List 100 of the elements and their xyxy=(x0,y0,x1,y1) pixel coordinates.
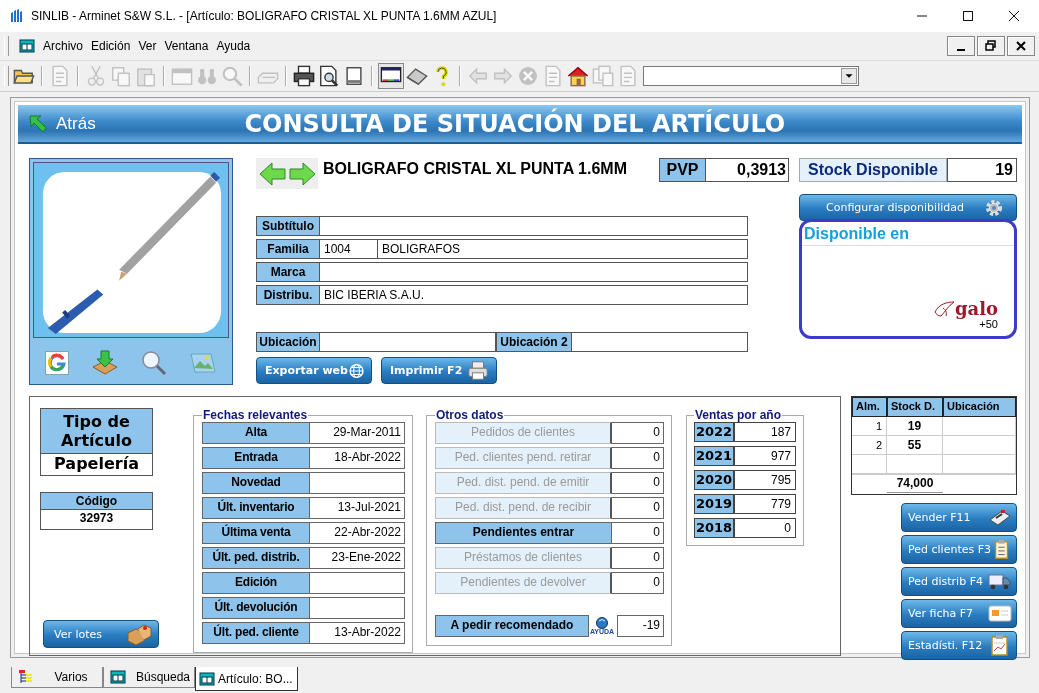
date-value: 29-Mar-2011 xyxy=(310,422,405,444)
menu-item[interactable]: Ver xyxy=(138,39,157,53)
action-button[interactable]: Ped clientes F3 xyxy=(901,535,1017,564)
price-label: PVP xyxy=(660,159,706,181)
data-value: 0 xyxy=(612,497,664,519)
group-title: Fechas relevantes xyxy=(202,408,309,422)
store-count: +50 xyxy=(979,318,998,330)
date-label: Edición xyxy=(202,572,310,594)
print-preview-icon[interactable] xyxy=(317,64,341,88)
menu-item[interactable]: Ventana xyxy=(164,39,209,53)
recommended-label: A pedir recomendado xyxy=(435,615,589,637)
menu-item[interactable]: Edición xyxy=(91,39,131,53)
monitor-icon[interactable] xyxy=(378,63,404,89)
action-button[interactable]: Ped distrib F4 xyxy=(901,567,1017,596)
next-arrow-icon[interactable] xyxy=(287,160,316,187)
type-value: Papelería xyxy=(40,454,153,476)
data-value: 0 xyxy=(612,572,664,594)
group-title: Ventas por año xyxy=(694,408,783,422)
configure-button[interactable]: Configurar disponibilidad xyxy=(799,194,1017,221)
field-label: Familia xyxy=(256,239,320,259)
printer-icon[interactable] xyxy=(292,64,316,88)
year-label: 2021 xyxy=(694,446,735,466)
field-value: BOLIGRAFOS xyxy=(378,239,748,259)
form-icon xyxy=(199,670,215,687)
year-label: 2020 xyxy=(694,470,735,490)
close-icon[interactable] xyxy=(1007,36,1035,56)
google-icon[interactable] xyxy=(45,350,69,375)
date-value: 13-Abr-2022 xyxy=(310,622,405,644)
price-value: 0,3913 xyxy=(736,160,787,180)
combo-box[interactable] xyxy=(643,66,859,86)
home-icon[interactable] xyxy=(566,64,590,88)
sales-value: 779 xyxy=(735,494,796,514)
stock-label: Stock Disponible xyxy=(799,158,947,182)
table-cell: 2 xyxy=(852,436,887,455)
form-icon xyxy=(110,669,126,685)
menu-item[interactable]: Archivo xyxy=(43,39,83,53)
tab[interactable]: Artículo: BO... xyxy=(195,667,298,691)
window-title: SINLIB - Arminet S&W S.L. - [Artículo: BOLIGRAFO CRISTAL XL PUNTA 1.6MM AZUL] xyxy=(31,9,498,23)
stock-value: 19 xyxy=(947,158,1017,182)
date-label: Última venta xyxy=(202,522,310,544)
column-header: Alm. xyxy=(852,397,887,417)
help-icon[interactable] xyxy=(595,617,609,629)
year-label: 2019 xyxy=(694,494,735,514)
search-icon[interactable] xyxy=(141,349,167,376)
group-title: Otros datos xyxy=(435,408,505,422)
date-label: Alta xyxy=(202,422,310,444)
restore-icon[interactable] xyxy=(977,36,1005,56)
minimize-icon[interactable] xyxy=(947,36,975,56)
app-icon xyxy=(9,8,25,24)
field-label: Distribu. xyxy=(256,285,320,305)
date-label: Novedad xyxy=(202,472,310,494)
date-label: Últ. inventario xyxy=(202,497,310,519)
year-label: 2018 xyxy=(694,518,735,538)
action-button[interactable]: Estadísti. F12 xyxy=(901,631,1017,660)
dropdown-icon[interactable] xyxy=(841,68,857,84)
field-label: Subtítulo xyxy=(256,216,320,236)
date-value: 18-Abr-2022 xyxy=(310,447,405,469)
action-button[interactable]: Exportar web xyxy=(256,357,372,384)
table-cell: 55 xyxy=(887,436,943,455)
date-value: 23-Ene-2022 xyxy=(310,547,405,569)
column-header: Ubicación xyxy=(943,397,1016,417)
code-label: Código xyxy=(40,492,153,510)
back-button[interactable]: Atrás xyxy=(24,111,100,136)
data-value: 0 xyxy=(612,547,664,569)
table-cell: 19 xyxy=(887,417,943,436)
sales-value: 977 xyxy=(735,446,796,466)
action-button[interactable]: Vender F11 xyxy=(901,503,1017,532)
tab[interactable]: Búsqueda xyxy=(103,667,195,688)
field-value: 1004 xyxy=(320,239,378,259)
download-box-icon[interactable] xyxy=(91,348,119,377)
field-value: BIC IBERIA S.A.U. xyxy=(320,285,748,305)
lots-button[interactable]: Ver lotes xyxy=(43,620,159,648)
stock-total: 74,000 xyxy=(887,475,943,493)
menu-item[interactable]: Ayuda xyxy=(216,39,251,53)
date-label: Últ. ped. cliente xyxy=(202,622,310,644)
sales-value: 0 xyxy=(735,518,796,538)
panel-title: Disponible en xyxy=(802,222,1014,246)
data-value: 0 xyxy=(612,422,664,444)
tab[interactable]: Varios xyxy=(11,667,103,688)
table-cell: 1 xyxy=(852,417,887,436)
data-button[interactable]: Pendientes entrar xyxy=(435,522,612,544)
action-button[interactable]: Ver ficha F7 xyxy=(901,599,1017,628)
code-value: 32973 xyxy=(40,510,153,530)
article-name: BOLIGRAFO CRISTAL XL PUNTA 1.6MM xyxy=(323,160,627,178)
previous-arrow-icon[interactable] xyxy=(258,160,287,187)
date-value: 13-Jul-2021 xyxy=(310,497,405,519)
date-label: Entrada xyxy=(202,447,310,469)
date-label: Últ. ped. distrib. xyxy=(202,547,310,569)
column-header: Stock D. xyxy=(887,397,943,417)
date-label: Últ. devolución xyxy=(202,597,310,619)
tree-icon xyxy=(18,669,34,685)
data-value: 0 xyxy=(612,522,664,544)
boxes-icon xyxy=(126,623,152,645)
type-label: Tipo de Artículo xyxy=(40,408,153,454)
data-value: 0 xyxy=(612,472,664,494)
field-label: Ubicación 2 xyxy=(496,332,572,352)
action-button[interactable]: Imprimir F2 xyxy=(381,357,497,384)
gear-icon xyxy=(983,197,1004,218)
page-title: CONSULTA DE SITUACIÓN DEL ARTÍCULO xyxy=(243,109,787,138)
date-value: 22-Abr-2022 xyxy=(310,522,405,544)
